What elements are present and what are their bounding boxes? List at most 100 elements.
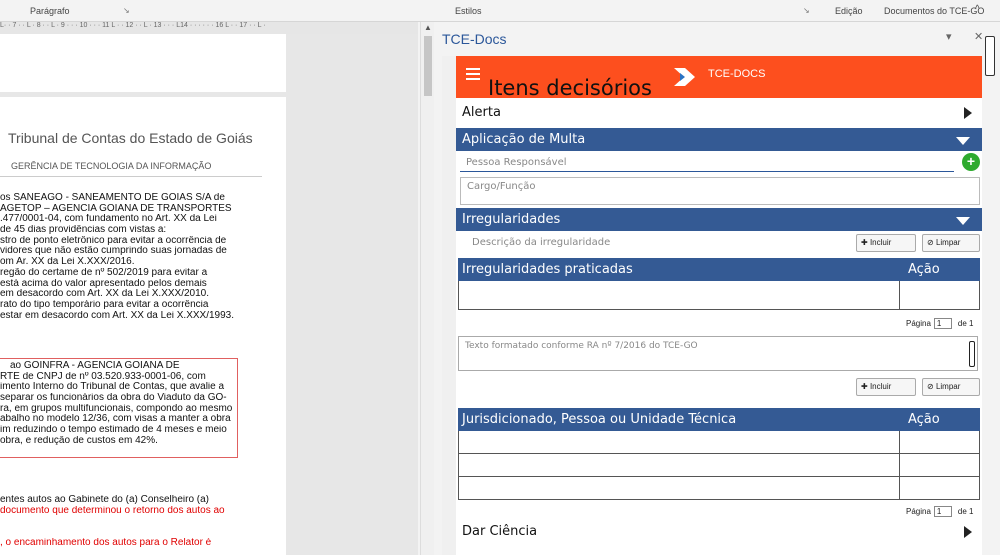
scroll-thumb[interactable]: [985, 36, 995, 76]
table-row[interactable]: [458, 454, 980, 477]
plus-icon: ✚: [861, 238, 870, 247]
clear-icon: ⊘: [927, 238, 936, 247]
section-alerta[interactable]: Alerta: [456, 101, 982, 124]
section-dar-ciencia[interactable]: Dar Ciência: [456, 520, 982, 543]
ribbon-bar: Parágrafo ↘ Estilos ↘ Edição Documentos …: [0, 0, 1000, 22]
scroll-thumb[interactable]: [424, 36, 432, 96]
app-header: Itens decisórios TCE-DOCS: [456, 56, 982, 100]
plus-icon: ✚: [861, 382, 870, 391]
section-irregularidades[interactable]: Irregularidades: [456, 208, 982, 231]
document-line: separar os funcionários da obra do Viadu…: [0, 393, 227, 404]
descricao-irregularidade-input[interactable]: Descrição da irregularidade: [460, 234, 850, 253]
section-label: Aplicação de Multa: [462, 132, 586, 147]
document-divider: [0, 176, 262, 177]
pager-jurisdicionado: Página 1 de 1: [906, 506, 974, 517]
limpar-texto-button[interactable]: ⊘ Limpar: [922, 378, 980, 396]
button-label: Limpar: [935, 382, 961, 391]
pager-label: Página: [906, 507, 931, 516]
column-header-acao: Ação: [908, 412, 940, 427]
document-body[interactable]: os SANEAGO - SANEAMENTO DE GOIÁS S/A de …: [0, 193, 286, 321]
document-subtitle: GERÊNCIA DE TECNOLOGIA DA INFORMAÇÃO: [11, 161, 212, 171]
document-scrollbar[interactable]: ▲: [420, 22, 434, 555]
document-line: ao GOINFRA - AGÊNCIA GOIANA DE: [10, 361, 180, 371]
collapse-ribbon-icon[interactable]: ^: [975, 4, 980, 15]
column-header-acao: Ação: [908, 262, 940, 277]
document-line: obra, e redução de custos em 42%.: [0, 435, 158, 446]
app-header-title: Itens decisórios: [488, 76, 652, 100]
document-line: em desacordo com Art. XX da Lei X.XXX/20…: [0, 289, 210, 300]
ruler: L· · 7 · · L · 8 · · L · 9 · · · 10 · · …: [0, 22, 418, 34]
menu-icon[interactable]: [466, 68, 480, 83]
pessoa-responsavel-input[interactable]: Pessoa Responsável: [460, 154, 954, 172]
document-line: documento que determinou o retorno dos a…: [0, 505, 225, 516]
document-line: imento Interno do Tribunal de Contas, qu…: [0, 382, 225, 393]
expand-right-icon: [964, 107, 972, 119]
document-page-top: [0, 34, 286, 92]
document-line: om Ar. XX da Lei X.XXX/2016.: [0, 257, 135, 268]
document-line: de 45 dias providências com vistas a:: [0, 225, 167, 236]
cargo-funcao-input[interactable]: Cargo/Função: [460, 177, 980, 205]
logo-text: TCE-DOCS: [708, 68, 766, 80]
limpar-irregularidade-button[interactable]: ⊘ Limpar: [922, 234, 980, 252]
pager-total: de 1: [957, 507, 974, 516]
clear-icon: ⊘: [927, 382, 936, 391]
pager-irregularidades: Página 1 de 1: [906, 318, 974, 329]
page-number-input[interactable]: 1: [933, 506, 952, 517]
section-label: Alerta: [462, 105, 501, 120]
pane-title: TCE-Docs: [442, 31, 507, 47]
document-line: RTE de CNPJ de nº 03.520.933-0001-06, co…: [0, 371, 206, 382]
dialog-launcher-icon[interactable]: ↘: [123, 6, 130, 15]
collapse-down-icon: [956, 217, 970, 225]
document-line: im reduzindo o tempo estimado de 4 meses…: [0, 425, 227, 436]
page-number-input[interactable]: 1: [933, 318, 952, 329]
section-label: Irregularidades: [462, 212, 561, 227]
task-pane: TCE-Docs ▾ ✕ Itens decisórios TCE-DOCS A…: [434, 22, 1000, 555]
table-row[interactable]: [458, 477, 980, 500]
scroll-up-icon[interactable]: ▲: [424, 23, 432, 32]
section-label: Dar Ciência: [462, 524, 538, 539]
incluir-texto-button[interactable]: ✚ Incluir: [856, 378, 916, 396]
table-row[interactable]: [458, 431, 980, 454]
table-jurisdicionado-header: Jurisdicionado, Pessoa ou Unidade Técnic…: [458, 408, 980, 431]
expand-right-icon: [964, 526, 972, 538]
section-aplicacao-multa[interactable]: Aplicação de Multa: [456, 128, 982, 151]
textarea-placeholder: Texto formatado conforme RA nº 7/2016 do…: [465, 341, 698, 351]
document-line: estar em desacordo com Art. XX da Lei X.…: [0, 310, 235, 321]
app-content: Itens decisórios TCE-DOCS Alerta Aplicaç…: [456, 56, 982, 555]
pager-total: de 1: [957, 319, 974, 328]
ribbon-group-estilos: Estilos: [455, 6, 482, 16]
button-label: Incluir: [869, 238, 892, 247]
dialog-launcher-icon[interactable]: ↘: [803, 6, 810, 15]
document-line: stro de ponto eletrônico para evitar a o…: [0, 235, 227, 246]
document-line: , o encaminhamento dos autos para o Rela…: [0, 537, 212, 548]
pane-options-icon[interactable]: ▾: [946, 30, 952, 43]
app-scrollbar[interactable]: [442, 56, 456, 555]
add-pessoa-button[interactable]: +: [962, 153, 980, 171]
ribbon-group-edicao: Edição: [835, 6, 863, 16]
table-irregularidades-header: Irregularidades praticadas Ação: [458, 258, 980, 281]
ribbon-group-documentos: Documentos do TCE-GO: [884, 6, 985, 16]
column-header-jurisdicionado: Jurisdicionado, Pessoa ou Unidade Técnic…: [462, 412, 737, 427]
pane-scrollbar[interactable]: [984, 26, 998, 555]
texto-formatado-textarea[interactable]: Texto formatado conforme RA nº 7/2016 do…: [458, 336, 978, 371]
document-line: AGETOP – AGÊNCIA GOIANA DE TRANSPORTES: [0, 203, 232, 214]
column-header-irregularidades: Irregularidades praticadas: [462, 262, 633, 277]
textarea-scrollbar[interactable]: [969, 341, 975, 367]
document-line: rato do tipo temporário para evitar a oc…: [0, 299, 209, 310]
collapse-down-icon: [956, 137, 970, 145]
document-line: entes autos ao Gabinete do (a) Conselhei…: [0, 495, 210, 505]
button-label: Limpar: [935, 238, 961, 247]
table-row[interactable]: [458, 281, 980, 310]
tce-docs-logo-icon: [674, 68, 695, 86]
addin-app: Itens decisórios TCE-DOCS Alerta Aplicaç…: [442, 56, 982, 555]
document-line: os SANEAGO - SANEAMENTO DE GOIÁS S/A de: [0, 193, 225, 203]
document-line: está acima do valor apresentado pelos de…: [0, 278, 207, 289]
document-line: .477/0001-04, com fundamento no Art. XX …: [0, 214, 217, 225]
close-icon[interactable]: ✕: [974, 30, 983, 43]
document-body-tail[interactable]: entes autos ao Gabinete do (a) Conselhei…: [0, 495, 286, 548]
document-line: abalho no modelo 12/36, com visas a mant…: [0, 414, 231, 425]
document-highlighted-block[interactable]: ao GOINFRA - AGÊNCIA GOIANA DE RTE de CN…: [0, 358, 238, 458]
incluir-irregularidade-button[interactable]: ✚ Incluir: [856, 234, 916, 252]
